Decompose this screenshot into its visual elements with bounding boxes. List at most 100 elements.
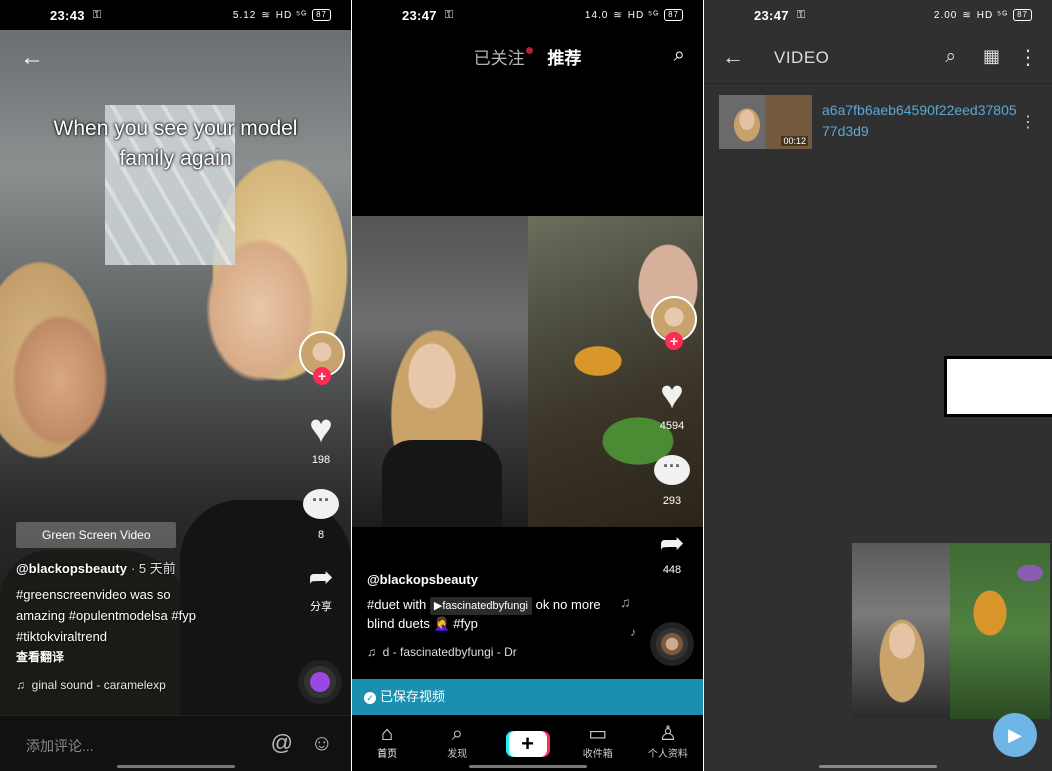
pip-video-right: [950, 543, 1050, 719]
follow-plus-icon[interactable]: +: [313, 367, 331, 385]
vpn-key-icon: ⚿: [444, 8, 454, 21]
disc-center: [310, 672, 330, 692]
disc-center: [661, 633, 683, 655]
video-thumbnail[interactable]: 00:12: [719, 95, 812, 149]
heart-icon: ♥: [660, 373, 684, 417]
heart-icon: ♥: [309, 407, 333, 451]
nav-discover[interactable]: ⌕ 发现: [422, 715, 492, 771]
sound-info[interactable]: ♫ ginal sound - caramelexp: [16, 678, 166, 692]
like-button[interactable]: ♥ 4594: [646, 374, 698, 432]
inbox-icon: ▭: [588, 723, 608, 745]
sound-info[interactable]: ♫ d - fascinatedbyfungi - Dr: [367, 645, 517, 659]
author-username[interactable]: @blackopsbeauty: [367, 572, 478, 587]
status-icons: 14.0 ≋ HD ⁵ᴳ 87: [585, 9, 683, 21]
status-icons: 5.12 ≋ HD ⁵ᴳ 87: [233, 9, 331, 21]
creator-avatar[interactable]: +: [296, 331, 348, 385]
file-manager-screen: 23:47 ⚿ 2.00 ≋ HD ⁵ᴳ 87 ← VIDEO ⌕ ▦ ⋮ 00…: [704, 0, 1052, 771]
comment-bubble-icon: ···: [303, 489, 339, 519]
share-label: 分享: [310, 601, 332, 613]
status-bar: 23:47 ⚿ 14.0 ≋ HD ⁵ᴳ 87: [352, 0, 703, 30]
music-disc-icon[interactable]: [298, 660, 342, 704]
music-disc-icon[interactable]: [650, 622, 694, 666]
status-bar: 23:47 ⚿ 2.00 ≋ HD ⁵ᴳ 87: [704, 0, 1052, 30]
picture-in-picture-player[interactable]: [852, 543, 1050, 719]
avatar: +: [299, 331, 345, 385]
back-arrow-icon[interactable]: ←: [20, 44, 44, 72]
status-time: 23:47: [754, 7, 789, 23]
tab-following[interactable]: 已关注: [473, 47, 533, 68]
status-signal: HD ⁵ᴳ: [627, 9, 660, 21]
grid-view-icon[interactable]: ▦: [983, 46, 1000, 67]
notification-dot: [525, 47, 533, 54]
check-icon: ✓: [364, 692, 376, 704]
more-options-icon[interactable]: ⋮: [1018, 45, 1038, 70]
nav-profile[interactable]: ♙ 个人资料: [633, 715, 703, 771]
comment-input[interactable]: 添加评论...: [26, 736, 94, 756]
back-arrow-icon[interactable]: ←: [722, 44, 744, 70]
nav-home[interactable]: ⌂ 首页: [352, 715, 422, 771]
wifi-icon: ≋: [613, 9, 623, 21]
like-count: 198: [311, 454, 331, 466]
status-net-speed: 2.00: [933, 9, 958, 21]
redacted-overlay: [944, 356, 1052, 417]
share-button[interactable]: ➦ 448: [646, 528, 698, 577]
status-icons: 2.00 ≋ HD ⁵ᴳ 87: [934, 9, 1032, 21]
profile-icon: ♙: [658, 723, 677, 745]
duet-author-chip[interactable]: ▶fascinatedbyfungi: [429, 597, 532, 615]
saved-toast: ✓ 已保存视频: [352, 679, 703, 715]
comment-button[interactable]: ··· 293: [646, 455, 698, 507]
wifi-icon: ≋: [261, 9, 271, 21]
nav-profile-label: 个人资料: [647, 749, 688, 760]
video-description[interactable]: #greenscreenvideo was so amazing #opulen…: [16, 584, 216, 647]
home-indicator: [819, 765, 937, 768]
wifi-icon: ≋: [962, 9, 972, 21]
nav-create[interactable]: +: [492, 715, 562, 771]
nav-discover-label: 发现: [447, 749, 468, 760]
search-icon[interactable]: ⌕: [674, 44, 685, 67]
status-signal: HD ⁵ᴳ: [275, 9, 308, 21]
status-signal: HD ⁵ᴳ: [976, 9, 1009, 21]
home-indicator: [116, 765, 235, 768]
mention-icon[interactable]: @: [271, 730, 293, 756]
creator-avatar[interactable]: +: [648, 296, 700, 350]
play-icon[interactable]: ▶: [993, 713, 1037, 757]
status-net-speed: 14.0: [584, 9, 609, 21]
file-name[interactable]: a6a7fb6aeb64590f22eed3780577d3d9: [822, 100, 1022, 142]
status-bar: 23:43 ⚿ 5.12 ≋ HD ⁵ᴳ 87: [0, 0, 351, 30]
video-caption: When you see your model family again: [0, 114, 351, 174]
nav-inbox[interactable]: ▭ 收件箱: [563, 715, 633, 771]
vpn-key-icon: ⚿: [796, 8, 806, 21]
video-description[interactable]: #duet with ▶fascinatedbyfungi ok no more…: [367, 596, 607, 633]
item-more-icon[interactable]: ⋮: [1020, 112, 1036, 132]
tab-following-label: 已关注: [473, 49, 525, 68]
feed-tabs: 已关注 推荐: [352, 44, 703, 69]
video-duration: 00:12: [781, 136, 808, 146]
video-caption-line2: family again: [119, 147, 232, 170]
floating-note-icon: ♪: [630, 625, 636, 639]
comment-button[interactable]: ··· 8: [295, 489, 347, 541]
sound-name: ginal sound - caramelexp: [31, 678, 166, 692]
bottom-nav: ⌂ 首页 ⌕ 发现 + ▭ 收件箱 ♙ 个人资料: [352, 715, 703, 771]
post-time: · 5 天前: [130, 561, 176, 576]
music-note-icon: ♫: [367, 645, 376, 659]
nav-inbox-label: 收件箱: [582, 749, 613, 760]
search-icon[interactable]: ⌕: [945, 46, 956, 68]
follow-plus-icon[interactable]: +: [665, 332, 683, 350]
video-author[interactable]: @blackopsbeauty · 5 天前: [16, 558, 176, 577]
share-count: 448: [662, 564, 682, 576]
nav-home-label: 首页: [377, 749, 398, 760]
home-icon: ⌂: [381, 723, 394, 745]
author-username[interactable]: @blackopsbeauty: [16, 561, 127, 576]
pip-video-left: [852, 543, 950, 719]
emoji-icon[interactable]: ☺: [311, 730, 333, 756]
translate-link[interactable]: 查看翻译: [16, 648, 64, 665]
effect-tag[interactable]: Green Screen Video: [16, 522, 176, 548]
share-button[interactable]: ➦ 分享: [295, 562, 347, 614]
battery-icon: 87: [312, 9, 331, 21]
video-caption-line1: When you see your model: [53, 117, 298, 140]
like-button[interactable]: ♥ 198: [295, 408, 347, 466]
comment-count: 293: [662, 495, 682, 507]
avatar: +: [651, 296, 697, 350]
tab-recommended[interactable]: 推荐: [547, 49, 581, 68]
list-item[interactable]: 00:12 a6a7fb6aeb64590f22eed3780577d3d9 ⋮: [704, 92, 1052, 154]
